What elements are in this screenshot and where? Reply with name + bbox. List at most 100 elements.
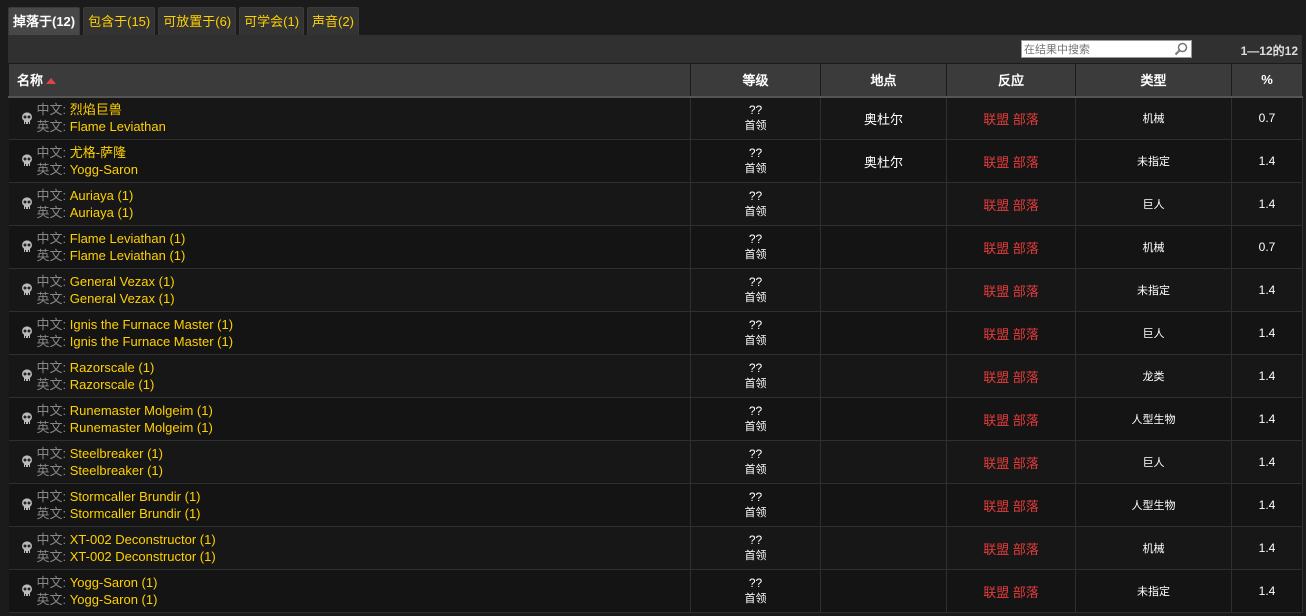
reaction-cell: 联盟 部落 (946, 225, 1076, 269)
column-header-location[interactable]: 地点 (820, 63, 947, 98)
level-value: ?? (748, 404, 763, 418)
name-cell: 中文: Runemaster Molgeim (1) 英文: Runemaster… (8, 397, 691, 441)
percent-cell: 0.7 (1231, 96, 1303, 140)
reaction-cell: 联盟 部落 (946, 96, 1076, 140)
npc-name-en-link[interactable]: XT-002 Deconstructor (1) (70, 549, 216, 564)
percent-cell: 0.7 (1231, 225, 1303, 269)
table-row[interactable]: 中文: 尤格-萨隆 英文: Yogg-Saron?? 首领 奥杜尔 联盟 部落 未指定 1.… (8, 139, 1303, 183)
percent-cell: 1.4 (1231, 139, 1303, 183)
npc-name-cn-link[interactable]: Steelbreaker (1) (70, 446, 163, 461)
percent-cell: 1.4 (1231, 268, 1303, 312)
npc-name-en-link[interactable]: Yogg-Saron (70, 162, 138, 177)
level-cell: ?? 首领 (690, 96, 821, 140)
en-label: 英文: (36, 549, 67, 564)
table-row[interactable]: 中文: XT-002 Deconstructor (1) 英文: XT-002 D… (8, 526, 1303, 570)
tab-0[interactable]: 掉落于(12) (8, 7, 81, 35)
npc-name-en-link[interactable]: Stormcaller Brundir (1) (70, 506, 201, 521)
table-row[interactable]: 中文: Razorscale (1) 英文: Razorscale (1)?? 首领… (8, 354, 1303, 398)
npc-name-cn-link[interactable]: Stormcaller Brundir (1) (70, 489, 201, 504)
rank-label: 首领 (744, 464, 767, 476)
table-row[interactable]: 中文: Runemaster Molgeim (1) 英文: Runemaster… (8, 397, 1303, 441)
type-cell: 龙类 (1075, 354, 1232, 398)
tab-2[interactable]: 可放置于(6) (158, 7, 237, 35)
location-link[interactable]: 奥杜尔 (864, 155, 903, 170)
table-row[interactable]: 中文: Stormcaller Brundir (1) 英文: Stormcall… (8, 483, 1303, 527)
rank-label: 首领 (744, 421, 767, 433)
tab-4[interactable]: 声音(2) (307, 7, 359, 35)
cn-label: 中文: (36, 403, 67, 418)
level-value: ?? (748, 533, 763, 547)
npc-name-cn-link[interactable]: 尤格-萨隆 (70, 145, 126, 160)
npc-name-en-link[interactable]: Flame Leviathan (1) (70, 248, 186, 263)
npc-name-cn-link[interactable]: Auriaya (1) (70, 188, 134, 203)
rank-label: 首领 (744, 163, 767, 175)
cn-label: 中文: (36, 360, 67, 375)
table-row[interactable]: 中文: Flame Leviathan (1) 英文: Flame Leviath… (8, 225, 1303, 269)
table-header: 名称 等级 地点 反应 类型 % (8, 63, 1303, 98)
table-row[interactable]: 中文: General Vezax (1) 英文: General Vezax (… (8, 268, 1303, 312)
npc-name-cn-link[interactable]: 烈焰巨兽 (70, 102, 122, 117)
level-cell: ?? 首领 (690, 182, 821, 226)
name-cell: 中文: Flame Leviathan (1) 英文: Flame Leviath… (8, 225, 691, 269)
column-header-reaction[interactable]: 反应 (946, 63, 1076, 98)
level-cell: ?? 首领 (690, 311, 821, 355)
skull-icon (21, 369, 32, 381)
column-header-name[interactable]: 名称 (8, 63, 691, 98)
percent-cell: 1.4 (1231, 311, 1303, 355)
npc-name-cn-link[interactable]: Yogg-Saron (1) (70, 575, 158, 590)
reaction-cell: 联盟 部落 (946, 526, 1076, 570)
table-row[interactable]: 中文: Ignis the Furnace Master (1) 英文: Igni… (8, 311, 1303, 355)
npc-name-en-link[interactable]: Runemaster Molgeim (1) (70, 420, 213, 435)
npc-name-en-link[interactable]: Razorscale (1) (70, 377, 155, 392)
npc-name-en-link[interactable]: Yogg-Saron (1) (70, 592, 158, 607)
column-header-type[interactable]: 类型 (1075, 63, 1232, 98)
tab-3[interactable]: 可学会(1) (239, 7, 305, 35)
npc-name-cn-link[interactable]: Runemaster Molgeim (1) (70, 403, 213, 418)
percent-cell: 1.4 (1231, 397, 1303, 441)
location-cell (820, 569, 947, 613)
location-link[interactable]: 奥杜尔 (864, 112, 903, 127)
cn-label: 中文: (36, 532, 67, 547)
sort-ascending-icon (46, 78, 57, 85)
npc-name-en-link[interactable]: General Vezax (1) (70, 291, 175, 306)
skull-icon (21, 498, 32, 510)
level-value: ?? (748, 232, 763, 246)
table-row[interactable]: 中文: Yogg-Saron (1) 英文: Yogg-Saron (1)?? 首领… (8, 569, 1303, 613)
name-cell: 中文: Ignis the Furnace Master (1) 英文: Igni… (8, 311, 691, 355)
table-row[interactable]: 中文: Auriaya (1) 英文: Auriaya (1)?? 首领 联盟 部落巨… (8, 182, 1303, 226)
rank-label: 首领 (744, 550, 767, 562)
tab-1[interactable]: 包含于(15) (83, 7, 156, 35)
table-row[interactable]: 中文: 烈焰巨兽 英文: Flame Leviathan?? 首领 奥杜尔 联盟 部落机… (8, 96, 1303, 140)
type-cell: 未指定 (1075, 139, 1232, 183)
en-label: 英文: (36, 463, 67, 478)
search-input[interactable] (1022, 42, 1172, 58)
en-label: 英文: (36, 506, 67, 521)
level-cell: ?? 首领 (690, 397, 821, 441)
name-cell: 中文: 尤格-萨隆 英文: Yogg-Saron (8, 139, 691, 183)
npc-name-cn-link[interactable]: Ignis the Furnace Master (1) (70, 317, 233, 332)
npc-name-en-link[interactable]: Auriaya (1) (70, 205, 134, 220)
reaction-cell: 联盟 部落 (946, 311, 1076, 355)
npc-name-en-link[interactable]: Flame Leviathan (70, 119, 166, 134)
column-header-percent[interactable]: % (1231, 63, 1303, 98)
npc-name-cn-link[interactable]: XT-002 Deconstructor (1) (70, 532, 216, 547)
rank-label: 首领 (744, 593, 767, 605)
npc-name-cn-link[interactable]: General Vezax (1) (70, 274, 175, 289)
result-count: 1—12的12 (1240, 44, 1298, 58)
name-cell: 中文: XT-002 Deconstructor (1) 英文: XT-002 D… (8, 526, 691, 570)
cn-label: 中文: (36, 489, 67, 504)
table-row[interactable]: 中文: Steelbreaker (1) 英文: Steelbreaker (1)… (8, 440, 1303, 484)
name-cell: 中文: Razorscale (1) 英文: Razorscale (1) (8, 354, 691, 398)
search-icon[interactable] (1174, 42, 1188, 56)
skull-icon (21, 584, 32, 596)
location-cell (820, 397, 947, 441)
npc-name-cn-link[interactable]: Razorscale (1) (70, 360, 155, 375)
npc-name-en-link[interactable]: Ignis the Furnace Master (1) (70, 334, 233, 349)
level-cell: ?? 首领 (690, 483, 821, 527)
column-header-level[interactable]: 等级 (690, 63, 821, 98)
npc-name-en-link[interactable]: Steelbreaker (1) (70, 463, 163, 478)
search-box[interactable] (1021, 40, 1192, 58)
level-value: ?? (748, 576, 763, 590)
npc-name-cn-link[interactable]: Flame Leviathan (1) (70, 231, 186, 246)
cn-label: 中文: (36, 274, 67, 289)
